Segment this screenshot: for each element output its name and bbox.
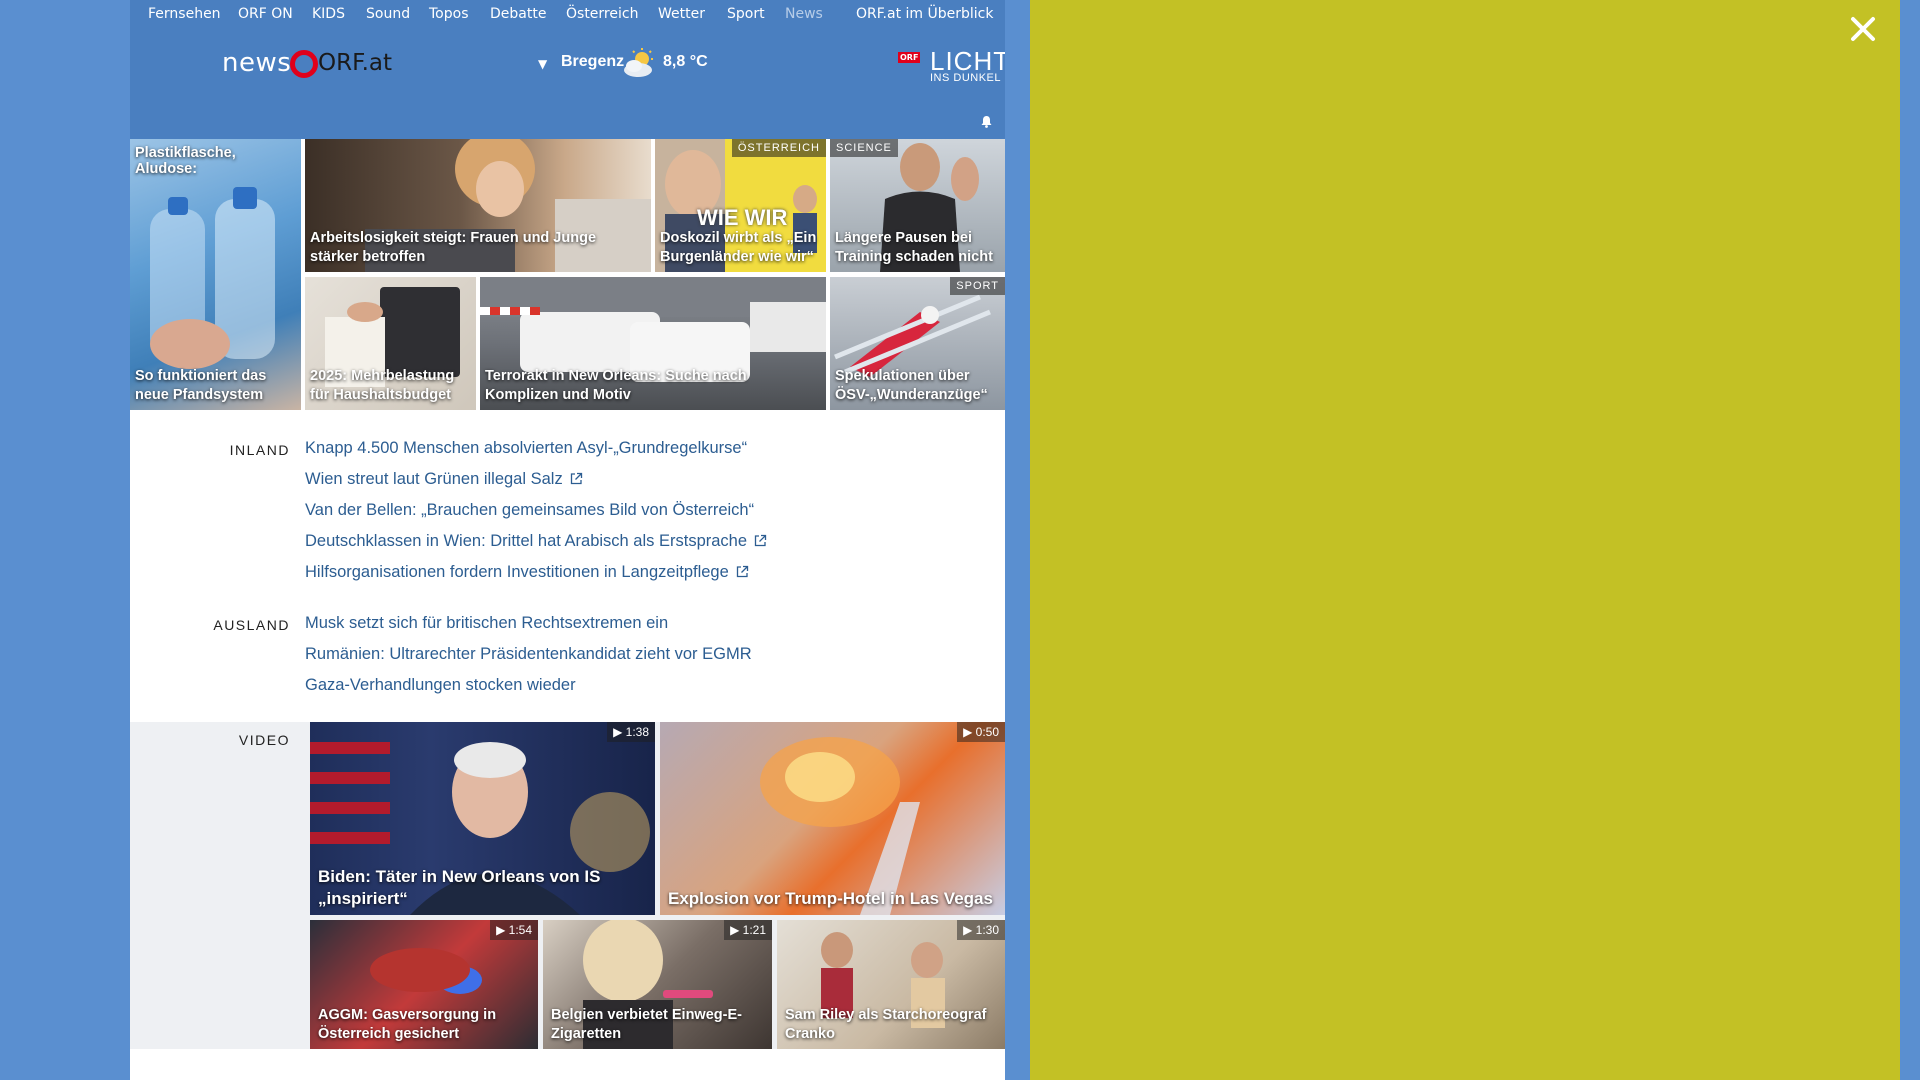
video-aggm[interactable]: ▶ 1:54 AGGM: Gasversorgung in Österreich… [310,920,538,1049]
close-icon[interactable] [1848,14,1878,44]
ausland-link-2[interactable]: Rumänien: Ultrarechter Präsidentenkandid… [305,645,752,664]
ausland-link-3[interactable]: Gaza-Verhandlungen stocken wieder [305,676,576,695]
category-tag: SPORT [950,277,1005,295]
licht-ins-dunkel-subtitle[interactable]: INS DUNKEL [930,72,1001,84]
link-text: Musk setzt sich für britischen Rechtsext… [305,614,669,632]
video-duration: ▶ 1:54 [490,920,538,940]
video-duration: ▶ 0:50 [957,722,1005,742]
orf-logo-icon[interactable] [290,50,318,78]
tile-arbeitslosigkeit[interactable]: Arbeitslosigkeit steigt: Frauen und Jung… [305,139,651,272]
video-biden[interactable]: ▶ 1:38 Biden: Täter in New Orleans von I… [310,722,655,915]
tile-caption: Arbeitslosigkeit steigt: Frauen und Jung… [310,230,597,265]
video-caption: Sam Riley als Starchoreograf Cranko [785,1007,987,1042]
video-belgien[interactable]: ▶ 1:21 Belgien verbietet Einweg-E-Zigare… [543,920,772,1049]
link-text: Rumänien: Ultrarechter Präsidentenkandid… [305,645,752,663]
inland-link-2[interactable]: Wien streut laut Grünen illegal Salz [305,470,583,489]
link-text: Knapp 4.500 Menschen absolvierten Asyl-„… [305,439,748,457]
video-caption: Biden: Täter in New Orleans von IS „insp… [318,867,601,908]
tile-caption: Terrorakt in New Orleans: Suche nach Kom… [485,368,747,403]
nav-fernsehen[interactable]: Fernsehen [148,6,221,22]
inland-link-5[interactable]: Hilfsorganisationen fordern Investitione… [305,563,749,582]
partly-cloudy-icon [624,48,653,77]
nav-kids[interactable]: KIDS [312,6,345,22]
licht-orf-badge[interactable]: ORF [898,52,921,63]
section-label-ausland: AUSLAND [213,617,290,633]
play-icon: ▶ [613,725,626,739]
play-icon: ▶ [496,923,509,937]
section-label-video: VIDEO [238,732,290,748]
tile-training[interactable]: SCIENCE Längere Pausen bei Training scha… [830,139,1005,272]
nav-topos[interactable]: Topos [429,6,468,22]
tile-caption: 2025: Mehrbelastung für Haushaltsbudget [310,368,455,403]
external-link-icon [570,472,582,485]
link-text: Deutschklassen in Wien: Drittel hat Arab… [305,532,748,550]
top-navigation: Fernsehen ORF ON KIDS Sound Topos Debatt… [130,0,1005,28]
video-duration: ▶ 1:30 [957,920,1005,940]
link-text: Hilfsorganisationen fordern Investitione… [305,563,729,581]
news-page: Fernsehen ORF ON KIDS Sound Topos Debatt… [130,0,1005,1080]
nav-debatte[interactable]: Debatte [490,6,546,22]
scrollbar-strip[interactable] [1900,0,1920,1080]
logo-orf-text[interactable]: ORF.at [318,50,392,76]
tile-caption: So funktioniert das neue Pfandsystem [135,368,267,403]
video-duration: ▶ 1:21 [724,920,772,940]
video-caption: Explosion vor Trump-Hotel in Las Vegas [668,889,993,908]
tile-oesv[interactable]: SPORT Spekulationen über ÖSV-„Wunderanzü… [830,277,1005,410]
video-sam-riley[interactable]: ▶ 1:30 Sam Riley als Starchoreograf Cran… [777,920,1005,1049]
tile-caption: Längere Pausen bei Training schaden nich… [835,230,993,265]
tile-new-orleans[interactable]: Terrorakt in New Orleans: Suche nach Kom… [480,277,826,410]
bell-icon[interactable] [980,115,993,128]
play-icon: ▶ [730,923,743,937]
video-explosion[interactable]: ▶ 0:50 Explosion vor Trump-Hotel in Las … [660,722,1005,915]
overlay-panel[interactable] [1030,0,1900,1080]
nav-orf-on[interactable]: ORF ON [238,6,293,22]
link-text: Gaza-Verhandlungen stocken wieder [305,676,576,694]
nav-wetter[interactable]: Wetter [658,6,705,22]
play-icon: ▶ [963,725,976,739]
video-thumbnail-image [760,737,920,915]
link-text: Wien streut laut Grünen illegal Salz [305,470,563,488]
dropdown-triangle-icon[interactable]: ▼ [538,57,547,71]
tile-top-caption: Plastikflasche, Aludose: [135,145,236,177]
play-icon: ▶ [963,923,976,937]
external-link-icon [736,565,748,578]
video-caption: AGGM: Gasversorgung in Österreich gesich… [318,1007,497,1042]
poster-text: WIE WIR [697,205,788,230]
external-link-icon [754,534,767,547]
tile-caption: Doskozil wirbt als „Ein Burgenländer wie… [660,230,817,265]
inland-link-3[interactable]: Van der Bellen: „Brauchen gemeinsames Bi… [305,501,754,520]
site-header: news ORF.at ▼ Bregenz 8,8 °C ORF LICHT I… [130,28,1005,104]
inland-link-1[interactable]: Knapp 4.500 Menschen absolvierten Asyl-„… [305,439,747,458]
category-tag: ÖSTERREICH [731,139,826,157]
video-duration: ▶ 1:38 [607,722,655,742]
bottles-image [150,187,275,369]
weather-city[interactable]: Bregenz [561,53,624,71]
nav-news[interactable]: News [785,6,823,22]
link-text: Van der Bellen: „Brauchen gemeinsames Bi… [305,501,755,519]
category-tag: SCIENCE [830,139,898,157]
ausland-link-1[interactable]: Musk setzt sich für britischen Rechtsext… [305,614,668,633]
inland-link-4[interactable]: Deutschklassen in Wien: Drittel hat Arab… [305,532,767,551]
section-label-inland: INLAND [229,442,290,458]
video-caption: Belgien verbietet Einweg-E-Zigaretten [551,1007,742,1042]
nav-oesterreich[interactable]: Österreich [566,6,638,22]
tile-pfandsystem[interactable]: Plastikflasche, Aludose: So funktioniert… [130,139,301,410]
notification-bar [130,104,1005,139]
logo-news-text[interactable]: news [222,48,291,78]
nav-sound[interactable]: Sound [366,6,410,22]
nav-orf-ueberblick[interactable]: ORF.at im Überblick [856,6,993,22]
nav-sport[interactable]: Sport [727,6,765,22]
tile-caption: Spekulationen über ÖSV-„Wunderanzüge“ [835,368,988,403]
tile-doskozil[interactable]: WIE WIR ÖSTERREICH Doskozil wirbt als „E… [655,139,826,272]
tile-haushaltsbudget[interactable]: 2025: Mehrbelastung für Haushaltsbudget [305,277,476,410]
weather-temperature: 8,8 °C [663,53,708,70]
